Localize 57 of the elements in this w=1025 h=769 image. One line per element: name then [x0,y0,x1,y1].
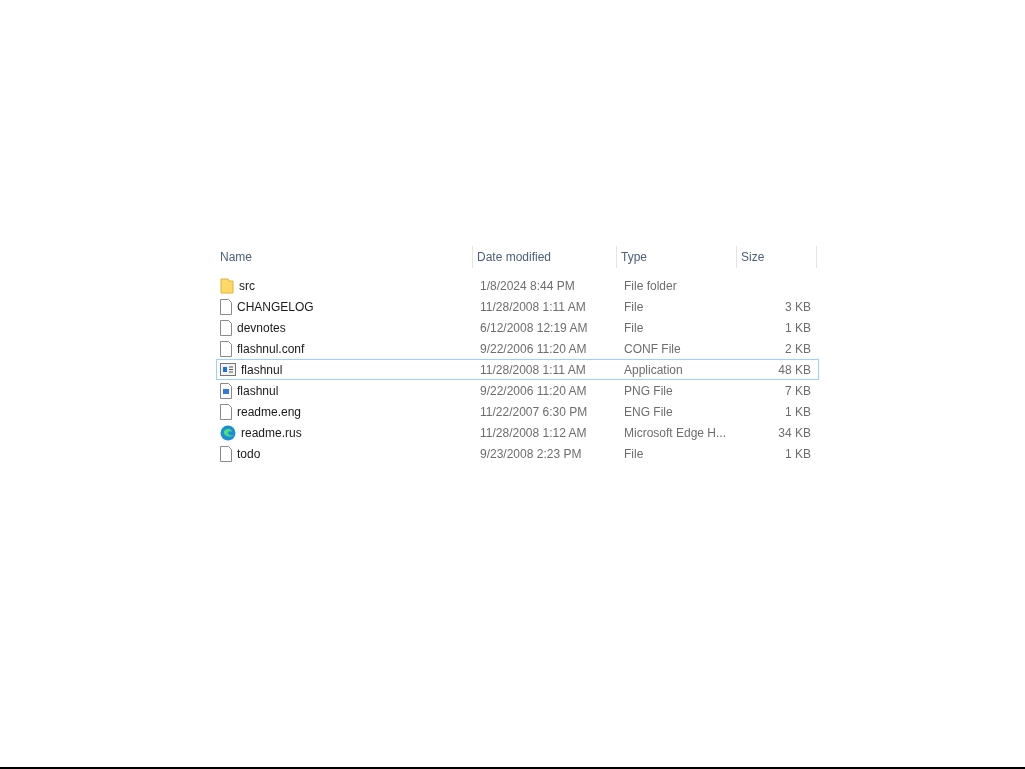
date-cell-text: 11/28/2008 1:11 AM [479,298,587,316]
type-cell-text: Application [623,361,684,379]
date-cell-text: 9/22/2006 11:20 AM [479,340,588,358]
date-cell-text: 9/23/2008 2:23 PM [479,445,583,463]
browser-logo-icon [220,424,236,441]
size-cell-text: 1 KB [784,319,812,337]
document-icon [220,403,232,420]
file-row[interactable]: devnotes 6/12/2008 12:19 AM File 1 KB [216,317,819,338]
file-row[interactable]: readme.rus 11/28/2008 1:12 AM Microsoft Edge H... 34 KB [216,422,819,443]
date-cell-text: 1/8/2024 8:44 PM [479,277,576,295]
date-cell-text: 9/22/2006 11:20 AM [479,382,588,400]
type-cell-text: Microsoft Edge H... [623,424,728,442]
document-icon [220,319,232,336]
file-row[interactable]: todo 9/23/2008 2:23 PM File 1 KB [216,443,819,464]
file-name: src [239,278,255,293]
image-file-icon [220,382,232,399]
document-icon [220,340,232,357]
column-header[interactable]: Name [216,246,473,268]
file-name: flashnul [237,383,279,398]
type-cell-text: ENG File [623,403,674,421]
file-name: todo [237,446,261,461]
file-name: CHANGELOG [237,299,314,314]
date-cell-text: 11/28/2008 1:12 AM [479,424,588,442]
date-cell-text: 11/22/2007 6:30 PM [479,403,589,421]
column-header[interactable]: Date modified [473,246,617,268]
size-cell-text: 7 KB [784,382,812,400]
size-cell-text: 2 KB [784,340,812,358]
size-cell-text: 34 KB [777,424,812,442]
document-icon [220,445,232,462]
type-cell-text: File [623,445,645,463]
date-cell-text: 6/12/2008 12:19 AM [479,319,589,337]
size-cell-text: 1 KB [784,445,812,463]
column-header[interactable]: Type [617,246,737,268]
type-cell-text: CONF File [623,340,682,358]
file-row[interactable]: src 1/8/2024 8:44 PM File folder [216,275,819,296]
type-cell-text: File [623,298,645,316]
type-cell-text: File [623,319,645,337]
file-row[interactable]: flashnul 11/28/2008 1:11 AM Application 48 KB [216,359,819,380]
file-name: flashnul [241,362,283,377]
size-cell-text: 48 KB [777,361,812,379]
file-row[interactable]: readme.eng 11/22/2007 6:30 PM ENG File 1 KB [216,401,819,422]
size-cell-text: 3 KB [784,298,812,316]
column-header[interactable]: Size [737,246,817,268]
file-row[interactable]: flashnul 9/22/2006 11:20 AM PNG File 7 KB [216,380,819,401]
file-name: flashnul.conf [237,341,305,356]
file-name: devnotes [237,320,286,335]
type-cell-text: PNG File [623,382,674,400]
type-cell-text: File folder [623,277,678,295]
size-cell-text: 1 KB [784,403,812,421]
folder-icon [220,277,234,294]
file-row[interactable]: CHANGELOG 11/28/2008 1:11 AM File 3 KB [216,296,819,317]
document-icon [220,298,232,315]
file-name: readme.eng [237,404,302,419]
file-row[interactable]: flashnul.conf 9/22/2006 11:20 AM CONF File 2 KB [216,338,819,359]
application-window-icon [220,363,236,376]
file-name: readme.rus [241,425,302,440]
date-cell-text: 11/28/2008 1:11 AM [479,361,587,379]
